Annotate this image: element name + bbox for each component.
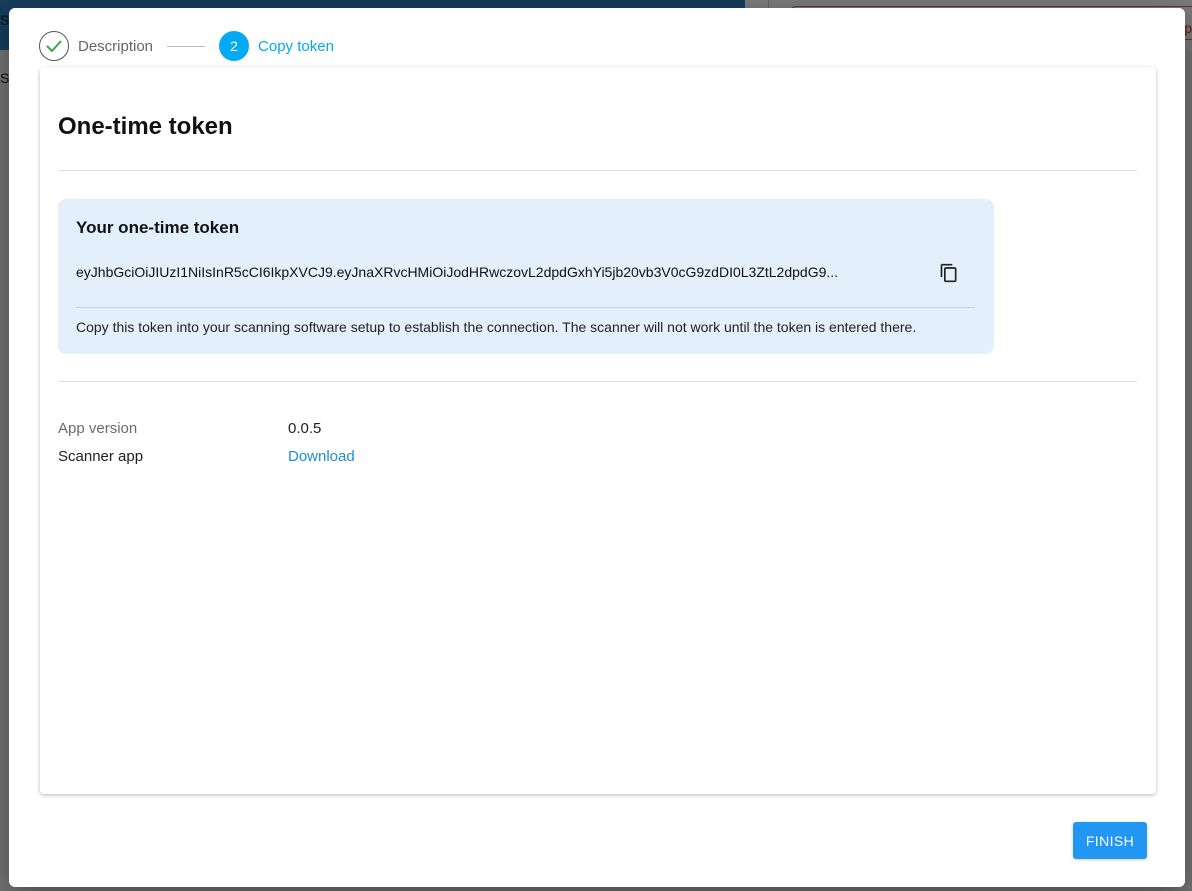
token-box: Your one-time token eyJhbGciOiJIUzI1NiIs…: [58, 199, 994, 354]
copy-icon: [940, 263, 957, 283]
copy-token-button[interactable]: [936, 260, 962, 286]
step-1-label: Description: [78, 37, 154, 55]
token-heading: Your one-time token: [76, 218, 240, 237]
token-dialog: Description 2 Copy token One-time token …: [9, 8, 1185, 887]
divider: [58, 381, 1137, 382]
download-link[interactable]: Download: [288, 448, 355, 465]
page-title: One-time token: [58, 113, 233, 140]
check-icon: [46, 40, 62, 52]
app-version-label: App version: [58, 420, 138, 437]
token-divider: [76, 307, 975, 308]
stepper: Description 2 Copy token: [39, 31, 334, 61]
step-2-indicator: 2: [219, 31, 250, 61]
token-value[interactable]: eyJhbGciOiJIUzI1NiIsInR5cCI6IkpXVCJ9.eyJ…: [76, 264, 896, 280]
step-2-number: 2: [230, 38, 238, 54]
step-1-completed-indicator: [39, 31, 69, 61]
step-connector: [167, 45, 206, 47]
token-card: One-time token Your one-time token eyJhb…: [40, 67, 1156, 794]
app-version-value: 0.0.5: [288, 420, 322, 437]
token-hint: Copy this token into your scanning softw…: [76, 319, 917, 335]
divider: [58, 170, 1137, 171]
scanner-app-label: Scanner app: [58, 448, 144, 465]
step-2-label: Copy token: [258, 37, 334, 55]
finish-button[interactable]: FINISH: [1073, 822, 1147, 859]
